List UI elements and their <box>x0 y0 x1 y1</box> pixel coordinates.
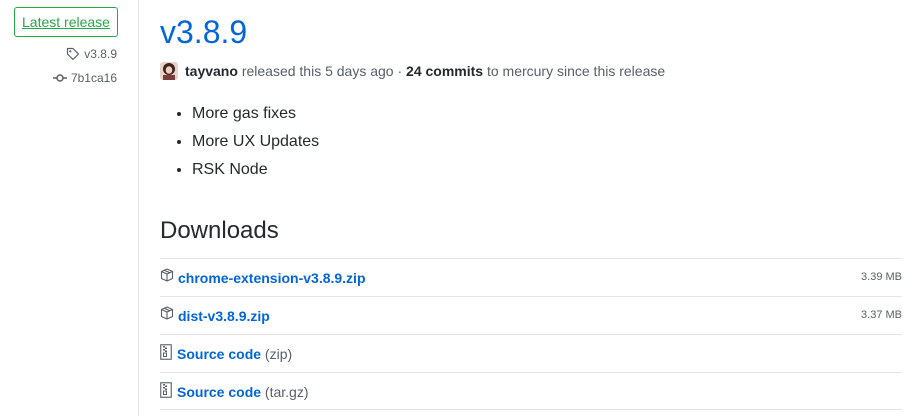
package-icon <box>160 306 174 322</box>
release-byline: tayvano released this 5 days ago · 24 co… <box>160 62 665 80</box>
commits-link[interactable]: 24 commits <box>406 63 483 79</box>
asset-size: 3.39 MB <box>861 271 902 283</box>
release-notes-list: More gas fixes More UX Updates RSK Node <box>192 102 319 186</box>
download-row: Source code (zip) <box>160 334 902 372</box>
latest-release-badge[interactable]: Latest release <box>14 7 118 37</box>
list-item: RSK Node <box>192 158 319 186</box>
release-sidebar: Latest release v3.8.9 7b1ca16 <box>0 0 139 416</box>
release-tag-label: v3.8.9 <box>84 47 117 61</box>
released-text: released this 5 days ago <box>241 63 394 79</box>
file-zip-icon <box>160 344 174 360</box>
release-tag-link[interactable]: v3.8.9 <box>66 47 117 61</box>
asset-download-link[interactable]: chrome-extension-v3.8.9.zip <box>178 269 366 287</box>
source-code-targz-link[interactable]: Source code (tar.gz) <box>177 383 309 401</box>
asset-size: 3.37 MB <box>861 309 902 321</box>
tag-icon <box>66 47 80 61</box>
download-row: chrome-extension-v3.8.9.zip 3.39 MB <box>160 258 902 296</box>
release-title[interactable]: v3.8.9 <box>160 12 247 52</box>
author-link[interactable]: tayvano <box>185 63 238 79</box>
list-item: More UX Updates <box>192 130 319 158</box>
release-commit-label: 7b1ca16 <box>70 71 117 85</box>
file-zip-icon <box>160 382 174 398</box>
download-row: dist-v3.8.9.zip 3.37 MB <box>160 296 902 334</box>
asset-download-link[interactable]: dist-v3.8.9.zip <box>178 307 270 325</box>
source-code-zip-link[interactable]: Source code (zip) <box>177 345 292 363</box>
list-item: More gas fixes <box>192 102 319 130</box>
downloads-heading: Downloads <box>160 217 279 244</box>
downloads-list: chrome-extension-v3.8.9.zip 3.39 MB dist… <box>160 258 902 410</box>
avatar[interactable] <box>160 62 178 80</box>
commits-suffix: to mercury since this release <box>486 63 666 79</box>
download-row: Source code (tar.gz) <box>160 372 902 410</box>
package-icon <box>160 268 174 284</box>
git-commit-icon <box>52 73 67 83</box>
release-commit-link[interactable]: 7b1ca16 <box>52 71 117 85</box>
release-main: v3.8.9 tayvano released this 5 days ago … <box>160 0 902 416</box>
